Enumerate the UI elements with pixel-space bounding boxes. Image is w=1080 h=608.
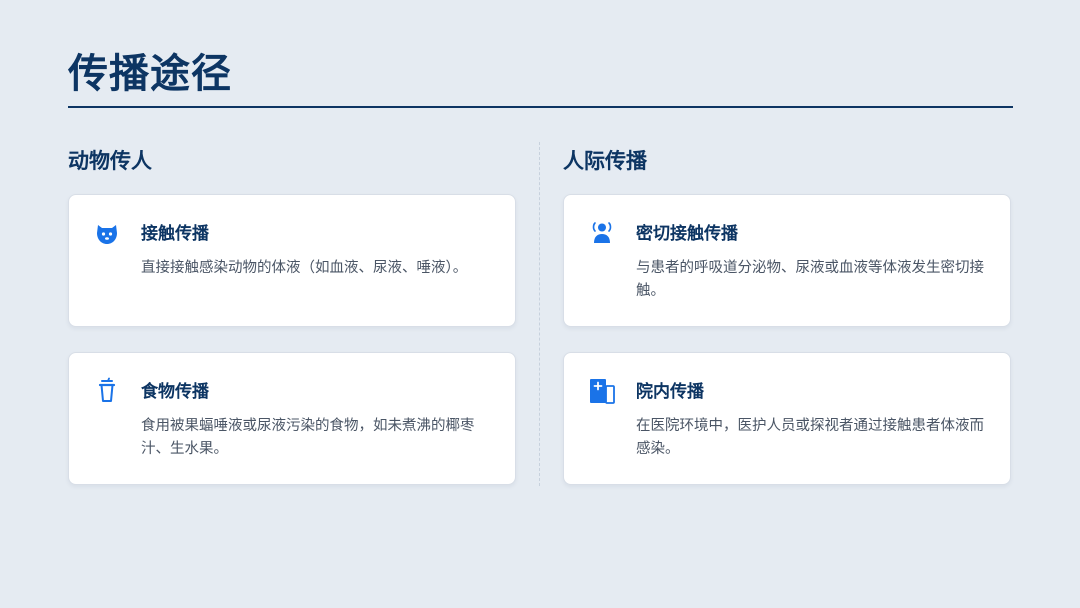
column-divider: [539, 142, 540, 486]
title-underline: [68, 106, 1013, 108]
hospital-icon: [588, 377, 616, 405]
card-title: 接触传播: [141, 224, 209, 244]
card-description: 在医院环境中，医护人员或探视者通过接触患者体液而感染。: [636, 418, 984, 457]
person-contact-icon: [588, 219, 616, 247]
section-heading-human-to-human: 人际传播: [563, 149, 647, 173]
card-title: 院内传播: [636, 382, 704, 402]
cup-icon: [93, 377, 121, 405]
card-food-transmission: 食物传播 食用被果蝠唾液或尿液污染的食物，如未煮沸的椰枣汁、生水果。: [68, 352, 516, 485]
card-contact-transmission: 接触传播 直接接触感染动物的体液（如血液、尿液、唾液）。: [68, 194, 516, 327]
card-nosocomial-transmission: 院内传播 在医院环境中，医护人员或探视者通过接触患者体液而感染。: [563, 352, 1011, 485]
card-description: 直接接触感染动物的体液（如血液、尿液、唾液）。: [141, 260, 468, 276]
page-title: 传播途径: [68, 51, 232, 97]
dog-face-icon: [93, 219, 121, 247]
section-heading-animal-to-human: 动物传人: [68, 149, 152, 173]
card-description: 食用被果蝠唾液或尿液污染的食物，如未煮沸的椰枣汁、生水果。: [141, 418, 475, 457]
card-description: 与患者的呼吸道分泌物、尿液或血液等体液发生密切接触。: [636, 260, 984, 299]
card-title: 密切接触传播: [636, 224, 738, 244]
card-title: 食物传播: [141, 382, 209, 402]
card-close-contact-transmission: 密切接触传播 与患者的呼吸道分泌物、尿液或血液等体液发生密切接触。: [563, 194, 1011, 327]
